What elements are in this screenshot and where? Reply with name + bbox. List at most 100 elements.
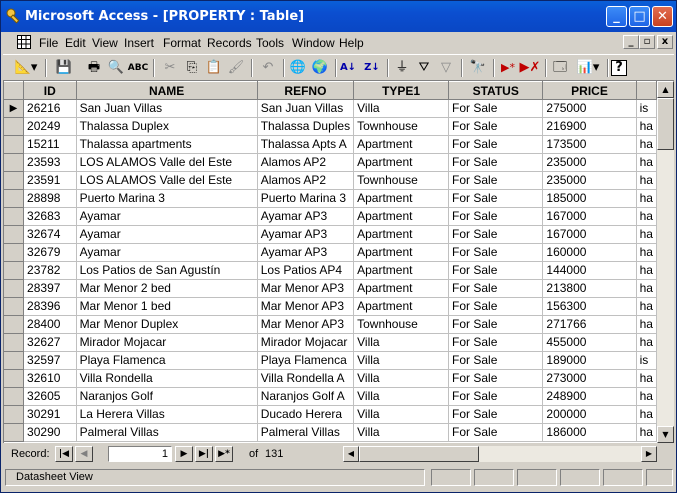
- table-row[interactable]: 28397 Mar Menor 2 bed Mar Menor AP3 Apartme…: [4, 279, 657, 298]
- current-record-field[interactable]: 1: [108, 446, 172, 462]
- record-selector[interactable]: [4, 387, 25, 406]
- cell-type1[interactable]: Villa: [353, 387, 450, 406]
- cell-status[interactable]: For Sale: [448, 423, 544, 442]
- cell-refno[interactable]: Ducado Herera: [257, 405, 355, 424]
- cell-price[interactable]: 216900: [542, 117, 637, 136]
- cell-type1[interactable]: Villa: [353, 405, 450, 424]
- cell-price[interactable]: 273000: [542, 369, 637, 388]
- cell-price[interactable]: 213800: [542, 279, 637, 298]
- record-selector[interactable]: [4, 189, 25, 208]
- next-record-icon[interactable]: ▶: [175, 446, 193, 462]
- cell-id[interactable]: 32597: [23, 351, 77, 370]
- mdi-close-button[interactable]: x: [657, 35, 673, 49]
- cell-next[interactable]: ha: [636, 333, 657, 352]
- scroll-left-icon[interactable]: ◀: [343, 446, 359, 462]
- cell-type1[interactable]: Apartment: [353, 153, 450, 172]
- record-selector[interactable]: [4, 351, 25, 370]
- table-row[interactable]: 32683 Ayamar Ayamar AP3 Apartment For Sale 16…: [4, 207, 657, 226]
- cell-price[interactable]: 144000: [542, 261, 637, 280]
- cell-refno[interactable]: Alamos AP2: [257, 153, 355, 172]
- cell-status[interactable]: For Sale: [448, 405, 544, 424]
- help-icon[interactable]: ?: [611, 60, 627, 76]
- menu-file[interactable]: File: [39, 36, 58, 50]
- cell-next[interactable]: ha: [636, 315, 657, 334]
- cell-price[interactable]: 173500: [542, 135, 637, 154]
- cell-refno[interactable]: Palmeral Villas: [257, 423, 355, 442]
- cell-next[interactable]: ha: [636, 297, 657, 316]
- cell-type1[interactable]: Townhouse: [353, 171, 450, 190]
- cell-type1[interactable]: Apartment: [353, 189, 450, 208]
- cell-status[interactable]: For Sale: [448, 207, 544, 226]
- record-selector[interactable]: [4, 117, 25, 136]
- spelling-icon[interactable]: ABC: [127, 58, 149, 78]
- last-record-icon[interactable]: ▶|: [195, 446, 213, 462]
- cell-price[interactable]: 200000: [542, 405, 637, 424]
- vertical-scrollbar[interactable]: ▲ ▼: [657, 81, 674, 443]
- cell-name[interactable]: Mirador Mojacar: [76, 333, 258, 352]
- cell-price[interactable]: 160000: [542, 243, 637, 262]
- cell-type1[interactable]: Apartment: [353, 279, 450, 298]
- cell-next[interactable]: ha: [636, 207, 657, 226]
- cell-price[interactable]: 235000: [542, 153, 637, 172]
- table-row[interactable]: 32674 Ayamar Ayamar AP3 Apartment For Sale 16…: [4, 225, 657, 244]
- cell-refno[interactable]: Mar Menor AP3: [257, 279, 355, 298]
- undo-icon[interactable]: ↶: [257, 58, 279, 78]
- cell-next[interactable]: ha: [636, 261, 657, 280]
- table-row[interactable]: 32597 Playa Flamenca Playa Flamenca Villa Fo…: [4, 351, 657, 370]
- record-selector[interactable]: [4, 333, 25, 352]
- cell-price[interactable]: 156300: [542, 297, 637, 316]
- record-selector[interactable]: [4, 279, 25, 298]
- table-row[interactable]: 28400 Mar Menor Duplex Mar Menor AP3 Townho…: [4, 315, 657, 334]
- cell-name[interactable]: Mar Menor 2 bed: [76, 279, 258, 298]
- cell-next[interactable]: ha: [636, 369, 657, 388]
- cell-refno[interactable]: Thalassa Duples: [257, 117, 355, 136]
- table-row[interactable]: 20249 Thalassa Duplex Thalassa Duples Townh…: [4, 117, 657, 136]
- cell-price[interactable]: 248900: [542, 387, 637, 406]
- minimize-button[interactable]: _: [606, 6, 627, 27]
- cell-refno[interactable]: Ayamar AP3: [257, 243, 355, 262]
- cell-type1[interactable]: Townhouse: [353, 315, 450, 334]
- cell-name[interactable]: Ayamar: [76, 207, 258, 226]
- cell-type1[interactable]: Villa: [353, 99, 450, 118]
- cell-refno[interactable]: Mar Menor AP3: [257, 315, 355, 334]
- column-header-status[interactable]: STATUS: [448, 81, 544, 100]
- cell-id[interactable]: 32674: [23, 225, 77, 244]
- cell-status[interactable]: For Sale: [448, 261, 544, 280]
- delete-record-icon[interactable]: ▶✗: [519, 58, 541, 78]
- cell-refno[interactable]: Los Patios AP4: [257, 261, 355, 280]
- cell-type1[interactable]: Apartment: [353, 261, 450, 280]
- record-selector[interactable]: [4, 171, 25, 190]
- cell-next[interactable]: is: [636, 99, 657, 118]
- cell-name[interactable]: Los Patios de San Agustín: [76, 261, 258, 280]
- cell-name[interactable]: Mar Menor Duplex: [76, 315, 258, 334]
- cell-refno[interactable]: Playa Flamenca: [257, 351, 355, 370]
- menu-format[interactable]: Format: [163, 36, 201, 50]
- cell-status[interactable]: For Sale: [448, 279, 544, 298]
- cell-id[interactable]: 23782: [23, 261, 77, 280]
- cell-name[interactable]: LOS ALAMOS Valle del Este: [76, 153, 258, 172]
- scroll-right-icon[interactable]: ▶: [641, 446, 657, 462]
- record-selector[interactable]: [4, 261, 25, 280]
- cell-refno[interactable]: Villa Rondella A: [257, 369, 355, 388]
- print-icon[interactable]: 🖶: [83, 58, 105, 78]
- cut-icon[interactable]: ✂: [159, 58, 181, 78]
- menu-help[interactable]: Help: [339, 36, 364, 50]
- vertical-scroll-thumb[interactable]: [657, 98, 674, 150]
- sort-descending-icon[interactable]: Z↓: [361, 58, 383, 78]
- mdi-restore-button[interactable]: ▫: [639, 35, 655, 49]
- column-header-type1[interactable]: TYPE1: [353, 81, 450, 100]
- cell-type1[interactable]: Apartment: [353, 297, 450, 316]
- column-header-id[interactable]: ID: [23, 81, 77, 100]
- insert-hyperlink-icon[interactable]: 🌐: [287, 58, 309, 78]
- cell-status[interactable]: For Sale: [448, 369, 544, 388]
- cell-refno[interactable]: Mirador Mojacar: [257, 333, 355, 352]
- record-selector[interactable]: [4, 135, 25, 154]
- cell-refno[interactable]: San Juan Villas: [257, 99, 355, 118]
- apply-filter-icon[interactable]: ▽: [435, 58, 457, 78]
- record-selector[interactable]: [4, 243, 25, 262]
- table-row[interactable]: 23782 Los Patios de San Agustín Los Patios…: [4, 261, 657, 280]
- record-selector[interactable]: [4, 423, 25, 442]
- cell-id[interactable]: 23593: [23, 153, 77, 172]
- cell-next[interactable]: ha: [636, 405, 657, 424]
- cell-status[interactable]: For Sale: [448, 387, 544, 406]
